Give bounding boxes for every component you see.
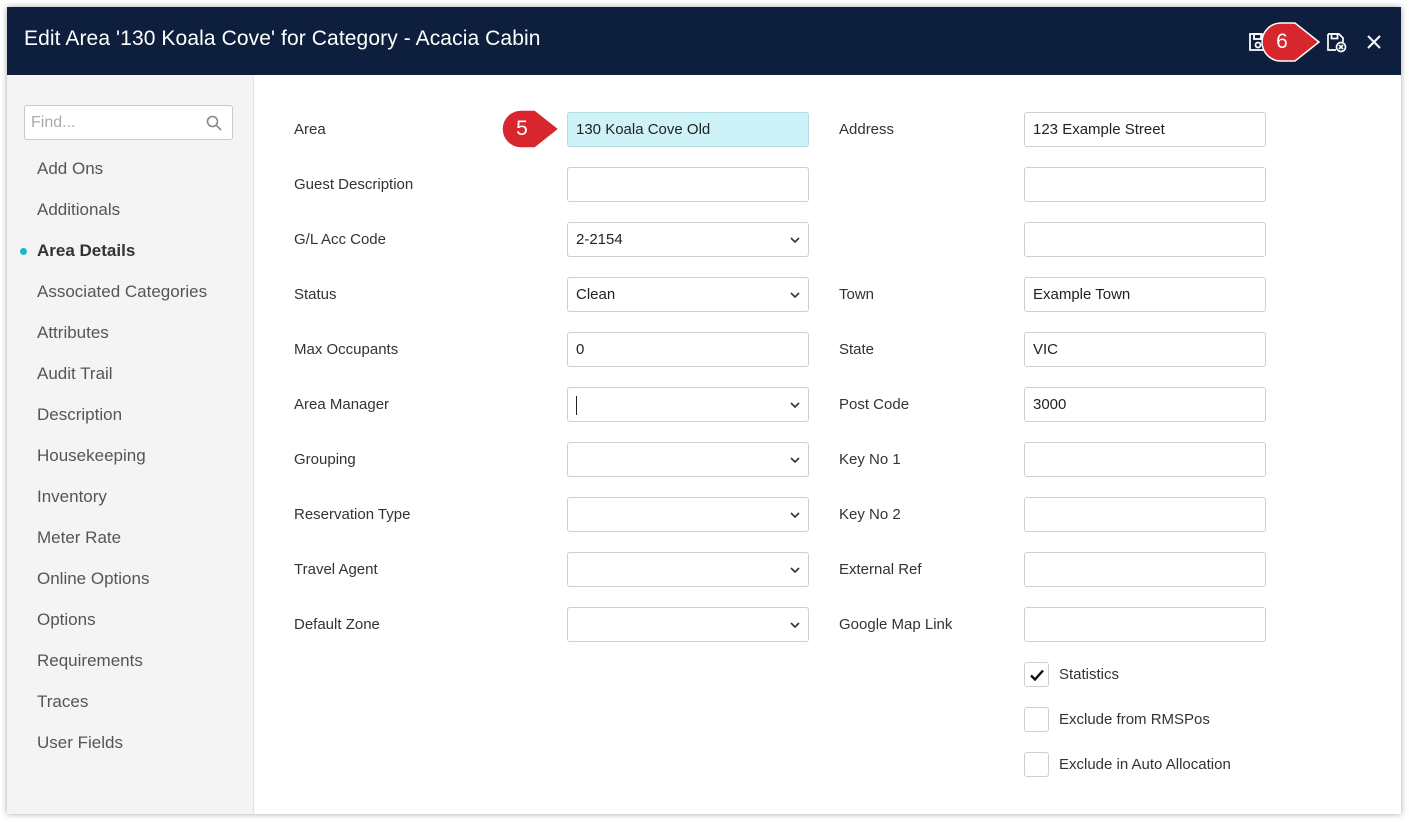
sidebar-item-description[interactable]: Description xyxy=(7,403,253,444)
chevron-down-icon xyxy=(790,622,800,629)
guest-description-input[interactable] xyxy=(567,167,809,202)
max-occupants-label: Max Occupants xyxy=(294,341,399,358)
sidebar-item-meter-rate[interactable]: Meter Rate xyxy=(7,526,253,567)
sidebar-item-online-options[interactable]: Online Options xyxy=(7,567,253,608)
sidebar-item-area-details[interactable]: Area Details xyxy=(7,239,253,280)
status-label: Status xyxy=(294,286,337,303)
town-input[interactable]: Example Town xyxy=(1024,277,1266,312)
area-details-form: Area Guest Description G/L Acc Code Stat… xyxy=(255,75,1401,814)
exclude-from-rmspos-label: Exclude from RMSPos xyxy=(1059,711,1210,728)
close-icon[interactable] xyxy=(1363,31,1385,53)
sidebar-item-requirements[interactable]: Requirements xyxy=(7,649,253,690)
area-manager-select[interactable] xyxy=(567,387,809,422)
area-label: Area xyxy=(294,121,326,138)
sidebar-item-user-fields[interactable]: User Fields xyxy=(7,731,253,772)
chevron-down-icon xyxy=(790,292,800,299)
text-caret xyxy=(576,396,577,415)
chevron-down-icon xyxy=(790,237,800,244)
save-and-close-icon[interactable] xyxy=(1325,31,1347,53)
external-ref-input[interactable] xyxy=(1024,552,1266,587)
exclude-auto-allocation-checkbox[interactable] xyxy=(1024,752,1049,777)
gl-acc-code-label: G/L Acc Code xyxy=(294,231,386,248)
address-label: Address xyxy=(839,121,895,138)
reservation-type-label: Reservation Type xyxy=(294,506,411,523)
state-label: State xyxy=(839,341,875,358)
gl-acc-code-select[interactable]: 2-2154 xyxy=(567,222,809,257)
dialog-title: Edit Area '130 Koala Cove' for Category … xyxy=(24,27,541,50)
active-dot-icon xyxy=(20,248,27,255)
chevron-down-icon xyxy=(790,402,800,409)
state-input[interactable]: VIC xyxy=(1024,332,1266,367)
address-line-3-input[interactable] xyxy=(1024,222,1266,257)
google-map-link-input[interactable] xyxy=(1024,607,1266,642)
grouping-select[interactable] xyxy=(567,442,809,477)
sidebar-item-associated-categories[interactable]: Associated Categories xyxy=(7,280,253,321)
google-map-link-label: Google Map Link xyxy=(839,616,953,633)
sidebar-item-housekeeping[interactable]: Housekeeping xyxy=(7,444,253,485)
sidebar-item-attributes[interactable]: Attributes xyxy=(7,321,253,362)
checkmark-icon xyxy=(1030,669,1044,682)
town-label: Town xyxy=(839,286,875,303)
step-5-callout: 5 xyxy=(501,109,563,149)
sidebar: Add Ons Additionals Area Details Associa… xyxy=(7,75,254,814)
sidebar-item-traces[interactable]: Traces xyxy=(7,690,253,731)
chevron-down-icon xyxy=(790,457,800,464)
statistics-label: Statistics xyxy=(1059,666,1120,683)
area-input[interactable]: 130 Koala Cove Old xyxy=(567,112,809,147)
sidebar-item-audit-trail[interactable]: Audit Trail xyxy=(7,362,253,403)
sidebar-item-options[interactable]: Options xyxy=(7,608,253,649)
travel-agent-label: Travel Agent xyxy=(294,561,378,578)
travel-agent-select[interactable] xyxy=(567,552,809,587)
statistics-checkbox[interactable] xyxy=(1024,662,1049,687)
key-no-1-input[interactable] xyxy=(1024,442,1266,477)
reservation-type-select[interactable] xyxy=(567,497,809,532)
step-6-callout: 6 xyxy=(1261,22,1323,62)
default-zone-label: Default Zone xyxy=(294,616,380,633)
chevron-down-icon xyxy=(790,567,800,574)
exclude-from-rmspos-checkbox[interactable] xyxy=(1024,707,1049,732)
guest-description-label: Guest Description xyxy=(294,176,414,193)
title-bar: Edit Area '130 Koala Cove' for Category … xyxy=(7,7,1401,75)
edit-area-dialog: Edit Area '130 Koala Cove' for Category … xyxy=(7,7,1401,814)
sidebar-item-add-ons[interactable]: Add Ons xyxy=(7,157,253,198)
sidebar-nav: Add Ons Additionals Area Details Associa… xyxy=(7,157,253,772)
address-line-1-input[interactable]: 123 Example Street xyxy=(1024,112,1266,147)
default-zone-select[interactable] xyxy=(567,607,809,642)
address-line-2-input[interactable] xyxy=(1024,167,1266,202)
find-box xyxy=(24,105,233,140)
chevron-down-icon xyxy=(790,512,800,519)
key-no-1-label: Key No 1 xyxy=(839,451,901,468)
post-code-label: Post Code xyxy=(839,396,910,413)
external-ref-label: External Ref xyxy=(839,561,922,578)
sidebar-item-additionals[interactable]: Additionals xyxy=(7,198,253,239)
sidebar-item-inventory[interactable]: Inventory xyxy=(7,485,253,526)
status-select[interactable]: Clean xyxy=(567,277,809,312)
area-manager-label: Area Manager xyxy=(294,396,390,413)
max-occupants-input[interactable]: 0 xyxy=(567,332,809,367)
grouping-label: Grouping xyxy=(294,451,356,468)
exclude-auto-allocation-label: Exclude in Auto Allocation xyxy=(1059,756,1231,773)
key-no-2-label: Key No 2 xyxy=(839,506,901,523)
find-input[interactable] xyxy=(25,106,195,139)
post-code-input[interactable]: 3000 xyxy=(1024,387,1266,422)
search-icon[interactable] xyxy=(206,115,222,131)
key-no-2-input[interactable] xyxy=(1024,497,1266,532)
